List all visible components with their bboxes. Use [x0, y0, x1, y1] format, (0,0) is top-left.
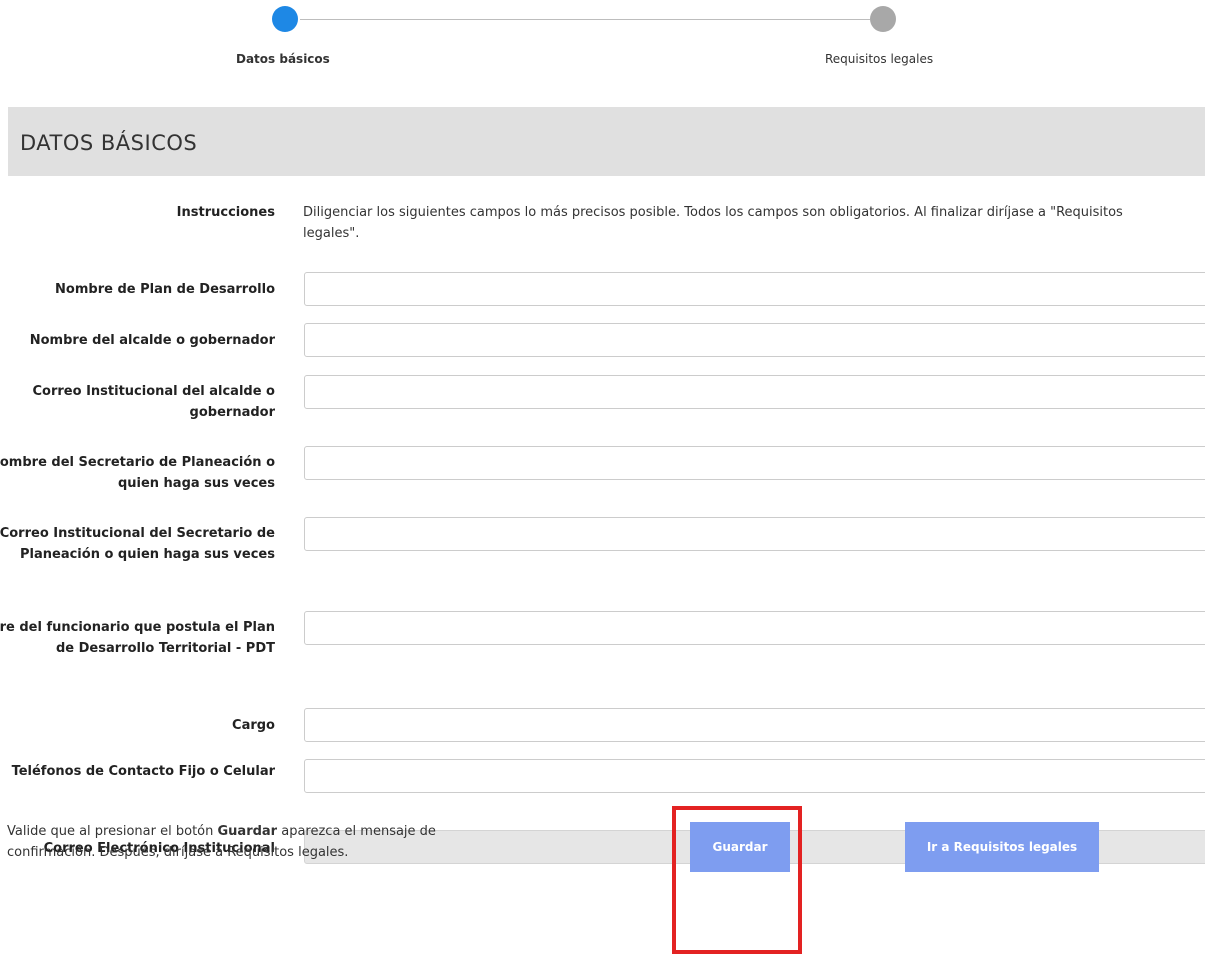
secretary-name-input[interactable] — [304, 446, 1205, 480]
secretary-name-label: Nombre del Secretario de Planeación o qu… — [0, 455, 275, 491]
section-title: DATOS BÁSICOS — [20, 131, 198, 155]
footer-note-bold: Guardar — [217, 824, 278, 839]
secretary-email-label: Correo Institucional del Secretario de P… — [0, 526, 275, 562]
plan-name-label: Nombre de Plan de Desarrollo — [55, 282, 275, 297]
mayor-email-input[interactable] — [304, 375, 1205, 409]
step-2-label[interactable]: Requisitos legales — [825, 52, 933, 66]
phone-label: Teléfonos de Contacto Fijo o Celular — [11, 764, 275, 779]
mayor-name-label: Nombre del alcalde o gobernador — [29, 333, 275, 348]
step-1-label[interactable]: Datos básicos — [236, 52, 330, 66]
mayor-email-label: Correo Institucional del alcalde o gober… — [32, 384, 276, 420]
position-label: Cargo — [232, 718, 275, 733]
official-name-input[interactable] — [304, 611, 1205, 645]
phone-input[interactable] — [304, 759, 1205, 793]
secretary-email-input[interactable] — [304, 517, 1205, 551]
progress-stepper: Datos básicos Requisitos legales — [0, 0, 1205, 90]
step-1-indicator[interactable] — [272, 6, 298, 32]
section-header: DATOS BÁSICOS — [8, 107, 1205, 176]
step-2-indicator[interactable] — [870, 6, 896, 32]
go-to-legal-requirements-button[interactable]: Ir a Requisitos legales — [905, 822, 1099, 872]
plan-name-input[interactable] — [304, 272, 1205, 306]
footer-note-before: Valide que al presionar el botón — [7, 824, 218, 839]
footer-note: Valide que al presionar el botón Guardar… — [7, 821, 527, 863]
save-button[interactable]: Guardar — [690, 822, 790, 872]
official-name-label: Nombre del funcionario que postula el Pl… — [0, 620, 275, 656]
instructions-label: Instrucciones — [176, 205, 275, 220]
stepper-connector-line — [300, 19, 870, 20]
mayor-name-input[interactable] — [304, 323, 1205, 357]
position-input[interactable] — [304, 708, 1205, 742]
instructions-text: Diligenciar los siguientes campos lo más… — [303, 205, 1123, 241]
